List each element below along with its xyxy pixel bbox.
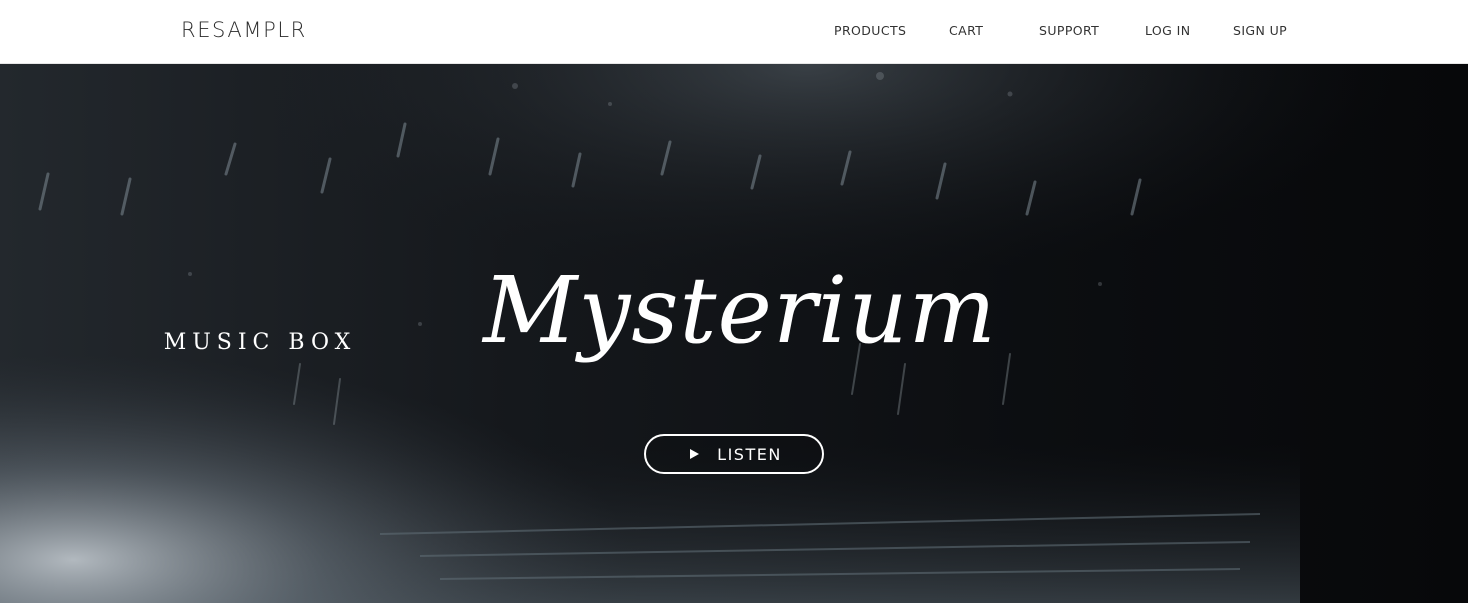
mysterium-logo: Mysterium bbox=[480, 224, 1000, 374]
mysterium-script-wordmark: Mysterium bbox=[481, 257, 997, 364]
nav-link-cart[interactable]: CART bbox=[949, 23, 983, 38]
nav-link-signup[interactable]: SIGN UP bbox=[1233, 23, 1287, 38]
logo-script-text: Mysterium bbox=[481, 257, 997, 364]
nav-link-support[interactable]: SUPPORT bbox=[1039, 23, 1099, 38]
play-icon bbox=[690, 449, 700, 459]
listen-button[interactable]: LISTEN bbox=[644, 434, 824, 474]
nav-link-products[interactable]: PRODUCTS bbox=[834, 23, 906, 38]
logo-subtitle: MUSIC BOX bbox=[163, 330, 357, 355]
nav-link-login[interactable]: LOG IN bbox=[1145, 23, 1190, 38]
top-navbar: RESAMPLR PRODUCTS CART SUPPORT LOG IN SI… bbox=[0, 0, 1468, 64]
hero-banner: Mysterium MUSIC BOX LISTEN bbox=[0, 64, 1468, 603]
listen-button-label: LISTEN bbox=[717, 444, 782, 464]
brand-logo-link[interactable]: RESAMPLR bbox=[181, 18, 307, 42]
